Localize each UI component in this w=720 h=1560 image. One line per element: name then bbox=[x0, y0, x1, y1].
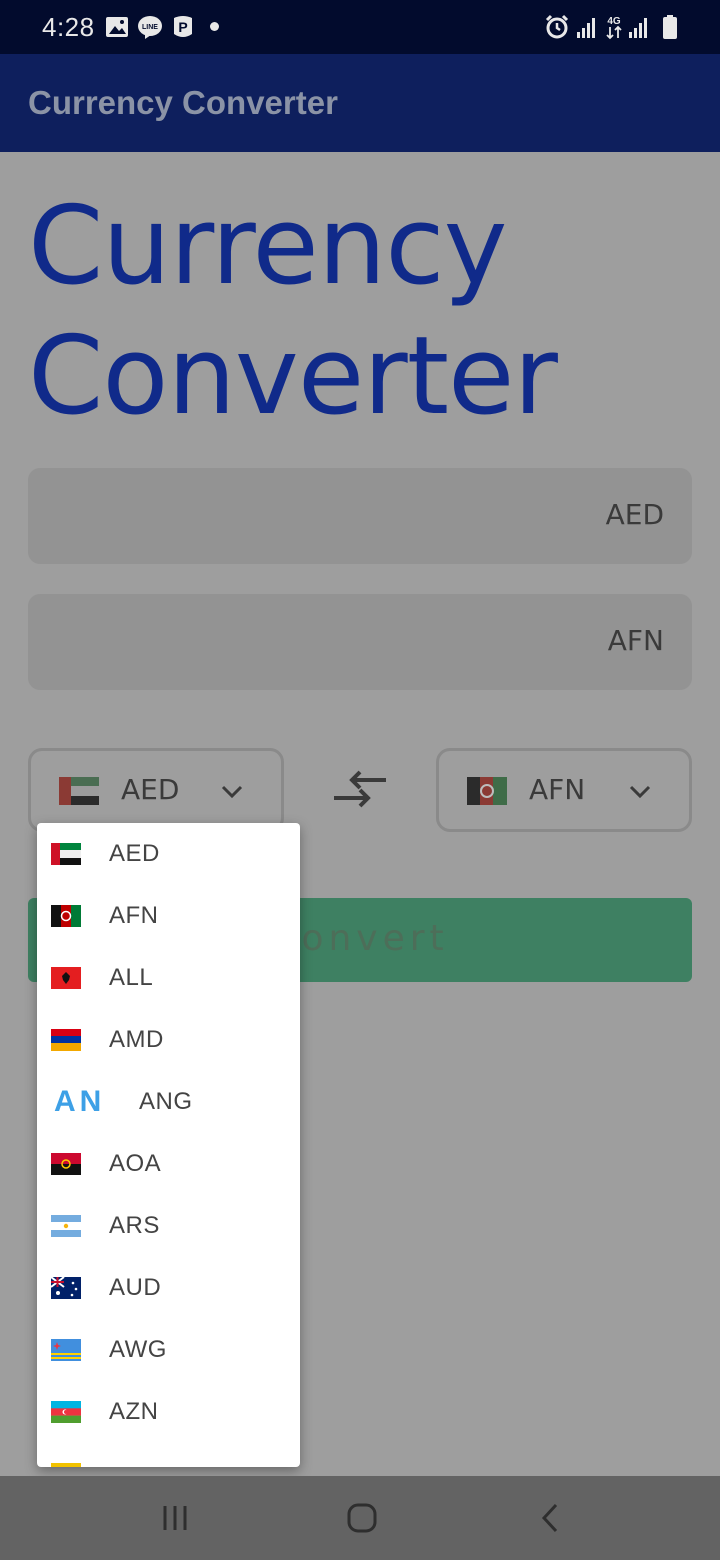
afghanistan-flag-icon bbox=[467, 777, 507, 805]
signal-icon bbox=[629, 18, 647, 38]
afghanistan-flag-icon bbox=[51, 905, 81, 927]
aruba-flag-icon bbox=[51, 1339, 81, 1361]
australia-flag-icon bbox=[51, 1277, 81, 1299]
from-currency-select[interactable]: AED bbox=[28, 748, 284, 832]
list-item[interactable]: AMD bbox=[37, 1009, 300, 1071]
notification-dot-icon bbox=[210, 22, 219, 31]
argentina-flag-icon bbox=[51, 1215, 81, 1237]
list-item[interactable]: AED bbox=[37, 823, 300, 885]
svg-text:LINE: LINE bbox=[142, 24, 158, 31]
chevron-down-icon bbox=[629, 785, 651, 799]
line-icon: LINE bbox=[138, 16, 162, 39]
battery-icon bbox=[663, 15, 677, 39]
4g-icon: 4G bbox=[606, 16, 622, 40]
to-amount-input[interactable]: AFN bbox=[28, 594, 692, 690]
flag-icon bbox=[51, 1463, 81, 1467]
uae-flag-icon bbox=[51, 843, 81, 865]
heading-line-1: Currency bbox=[28, 184, 508, 309]
signal-icon bbox=[577, 18, 595, 38]
azerbaijan-flag-icon bbox=[51, 1401, 81, 1423]
currency-code: AZN bbox=[109, 1398, 159, 1425]
currency-code: AMD bbox=[109, 1026, 164, 1053]
list-item[interactable]: AUD bbox=[37, 1257, 300, 1319]
currency-code: AOA bbox=[109, 1150, 162, 1177]
list-item[interactable]: AWG bbox=[37, 1319, 300, 1381]
uae-flag-icon bbox=[59, 777, 99, 805]
list-item-partial[interactable] bbox=[37, 1443, 300, 1467]
angola-flag-icon bbox=[51, 1153, 81, 1175]
currency-code: AED bbox=[109, 840, 160, 867]
currency-code: AWG bbox=[109, 1336, 167, 1363]
svg-text:P: P bbox=[178, 19, 187, 35]
status-bar: 4:28 LINE P 4G bbox=[0, 0, 720, 54]
currency-dropdown-list[interactable]: AED AFN ALL AMD AN ANG AOA ARS AUD AWG A… bbox=[37, 823, 300, 1467]
list-item[interactable]: AN ANG bbox=[37, 1071, 300, 1133]
currency-code: AFN bbox=[109, 902, 159, 929]
albania-flag-icon bbox=[51, 967, 81, 989]
currency-code: ARS bbox=[109, 1212, 160, 1239]
to-currency-select[interactable]: AFN bbox=[436, 748, 692, 832]
from-amount-currency: AED bbox=[605, 498, 664, 531]
list-item[interactable]: AOA bbox=[37, 1133, 300, 1195]
p-icon: P bbox=[174, 16, 192, 37]
to-currency-code: AFN bbox=[529, 773, 586, 806]
list-item[interactable]: ALL bbox=[37, 947, 300, 1009]
app-bar: Currency Converter bbox=[0, 54, 720, 152]
swap-arrows-icon[interactable] bbox=[330, 770, 390, 810]
system-nav-bar bbox=[0, 1476, 720, 1560]
from-currency-code: AED bbox=[121, 773, 180, 806]
currency-code: ALL bbox=[109, 964, 154, 991]
list-item[interactable]: AZN bbox=[37, 1381, 300, 1443]
currency-code: ANG bbox=[139, 1088, 193, 1115]
currency-code: AUD bbox=[109, 1274, 162, 1301]
heading-line-2: Converter bbox=[28, 314, 558, 439]
to-amount-currency: AFN bbox=[607, 624, 664, 657]
from-amount-input[interactable]: AED bbox=[28, 468, 692, 564]
app-bar-title: Currency Converter bbox=[28, 84, 338, 121]
svg-text:4G: 4G bbox=[607, 16, 621, 27]
armenia-flag-icon bbox=[51, 1029, 81, 1051]
list-item[interactable]: AFN bbox=[37, 885, 300, 947]
an-text-icon: AN bbox=[54, 1085, 106, 1118]
alarm-icon bbox=[545, 14, 569, 39]
list-item[interactable]: ARS bbox=[37, 1195, 300, 1257]
home-icon[interactable] bbox=[344, 1500, 380, 1536]
recent-apps-icon[interactable] bbox=[160, 1500, 190, 1536]
chevron-down-icon bbox=[221, 785, 243, 799]
page-heading: Currency Converter bbox=[28, 182, 668, 442]
status-time: 4:28 bbox=[42, 12, 95, 42]
back-icon[interactable] bbox=[536, 1500, 566, 1536]
gallery-icon bbox=[106, 17, 128, 37]
